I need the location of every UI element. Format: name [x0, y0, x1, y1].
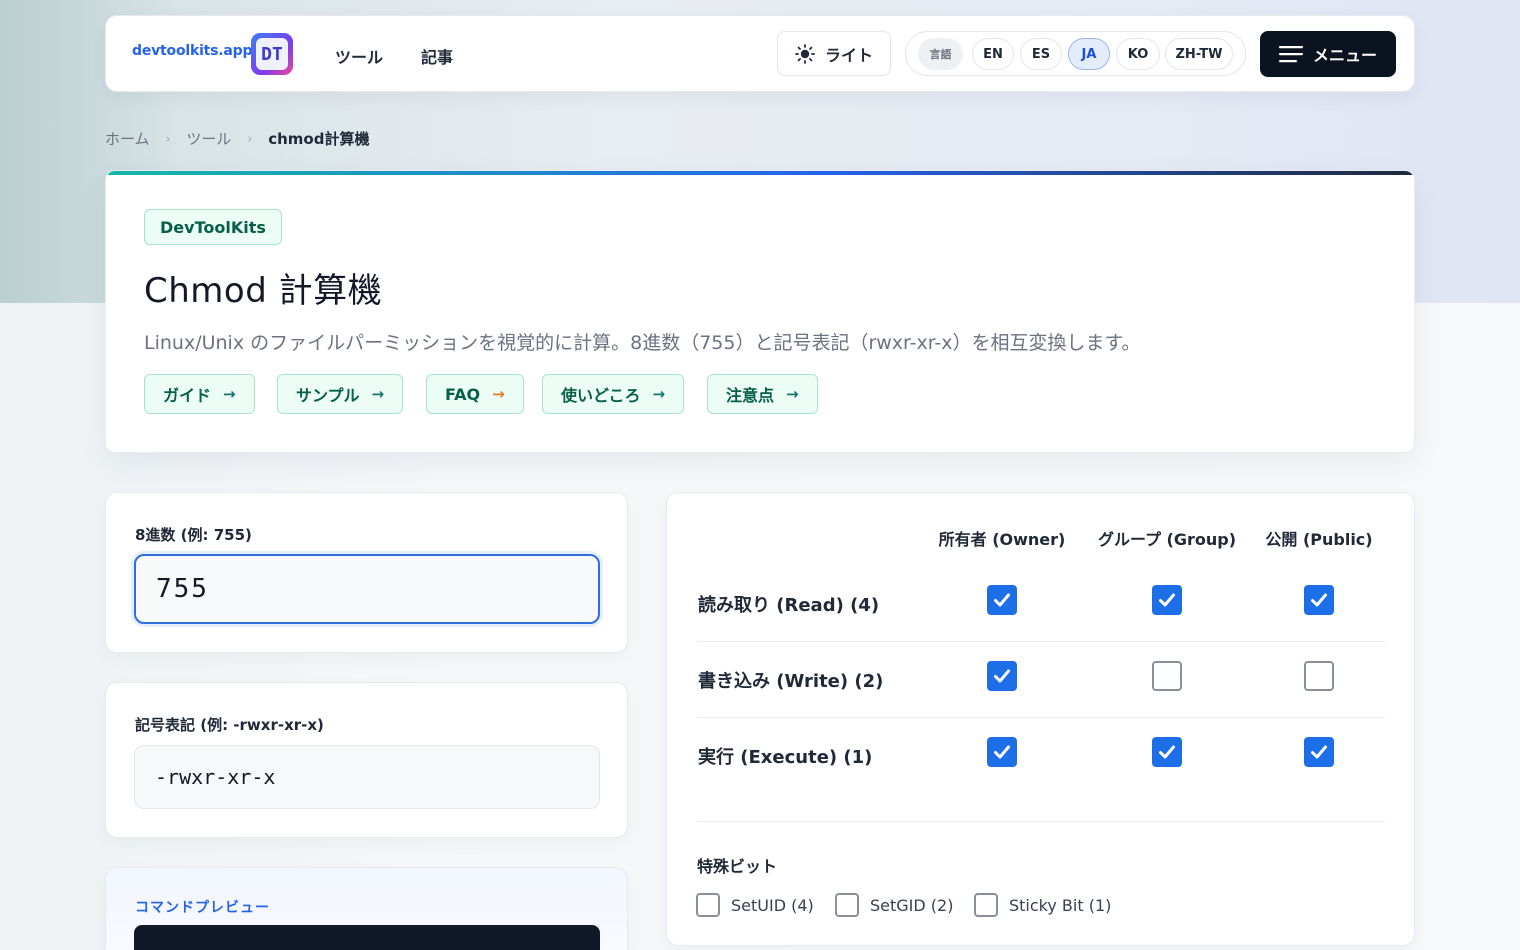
checkmark-icon: [994, 745, 1010, 759]
octal-card: 8進数 (例: 755): [105, 492, 628, 653]
arrow-right-icon: →: [652, 385, 666, 403]
page-title: Chmod 計算機: [144, 271, 383, 311]
chip-label: サンプル: [296, 386, 360, 405]
nav-articles-link[interactable]: 記事: [421, 44, 453, 68]
execute-public-checkbox[interactable]: [1304, 737, 1334, 767]
setuid-checkbox[interactable]: [696, 893, 720, 917]
arrow-right-icon: →: [223, 385, 236, 403]
read-public-checkbox[interactable]: [1304, 585, 1334, 615]
breadcrumb-separator: ›: [247, 131, 253, 146]
brand-name[interactable]: devtoolkits.app: [132, 43, 253, 59]
row-divider: [697, 717, 1385, 718]
permission-matrix-card: 所有者 (Owner) グループ (Group) 公開 (Public) 読み取…: [666, 492, 1415, 946]
command-preview-box: [134, 925, 600, 950]
checkmark-icon: [1311, 593, 1327, 607]
read-owner-checkbox[interactable]: [987, 585, 1017, 615]
sun-icon: [795, 43, 815, 64]
column-group: グループ (Group): [1097, 530, 1237, 549]
octal-input[interactable]: [134, 554, 600, 624]
logo-text: DT: [256, 38, 288, 70]
execute-group-checkbox[interactable]: [1152, 737, 1182, 767]
setgid-option[interactable]: SetGID (2): [835, 893, 953, 917]
site-tag: DevToolKits: [144, 209, 282, 245]
chip-label: 使いどころ: [561, 386, 641, 405]
checkmark-icon: [994, 669, 1010, 683]
setuid-label: SetUID (4): [731, 895, 814, 915]
lang-ko-button[interactable]: KO: [1116, 38, 1160, 70]
execute-owner-checkbox[interactable]: [987, 737, 1017, 767]
checkmark-icon: [1159, 745, 1175, 759]
lang-es-button[interactable]: ES: [1020, 38, 1062, 70]
setuid-option[interactable]: SetUID (4): [696, 893, 814, 917]
chip-label: 注意点: [726, 386, 775, 405]
breadcrumb: ホーム › ツール › chmod計算機: [105, 128, 369, 149]
special-bits-title: 特殊ビット: [697, 857, 778, 876]
language-switcher: 言語 EN ES JA KO ZH-TW: [905, 31, 1246, 76]
sticky-bit-label: Sticky Bit (1): [1009, 895, 1112, 915]
menu-label: メニュー: [1312, 46, 1377, 65]
breadcrumb-home[interactable]: ホーム: [105, 128, 150, 149]
symbolic-card: 記号表記 (例: -rwxr-xr-x): [105, 682, 628, 838]
chip-label: ガイド: [163, 386, 212, 405]
guide-link[interactable]: ガイド →: [144, 374, 255, 414]
lang-zhtw-button[interactable]: ZH-TW: [1165, 38, 1233, 70]
page-description: Linux/Unix のファイルパーミッションを視覚的に計算。8進数（755）と…: [144, 332, 1141, 354]
checkmark-icon: [1159, 593, 1175, 607]
hero-card: DevToolKits Chmod 計算機 Linux/Unix のファイルパー…: [105, 170, 1415, 453]
setgid-checkbox[interactable]: [835, 893, 859, 917]
column-public: 公開 (Public): [1265, 530, 1373, 549]
row-execute-label: 実行 (Execute) (1): [698, 747, 873, 768]
write-public-checkbox[interactable]: [1304, 661, 1334, 691]
lang-en-button[interactable]: EN: [972, 38, 1014, 70]
theme-label: ライト: [824, 45, 873, 65]
checkmark-icon: [1311, 745, 1327, 759]
sticky-bit-option[interactable]: Sticky Bit (1): [974, 893, 1111, 917]
hero-accent-bar: [106, 171, 1414, 175]
breadcrumb-tools[interactable]: ツール: [186, 128, 231, 149]
setgid-label: SetGID (2): [870, 895, 954, 915]
symbolic-label: 記号表記 (例: -rwxr-xr-x): [135, 716, 324, 734]
menu-button[interactable]: メニュー: [1260, 31, 1396, 77]
chip-label: FAQ: [445, 384, 481, 404]
row-divider: [697, 641, 1385, 642]
arrow-right-icon: →: [371, 385, 385, 403]
write-group-checkbox[interactable]: [1152, 661, 1182, 691]
arrow-right-icon: →: [492, 385, 505, 403]
checkmark-icon: [994, 593, 1010, 607]
column-owner: 所有者 (Owner): [938, 530, 1066, 549]
faq-link[interactable]: FAQ →: [426, 374, 524, 414]
row-divider: [697, 821, 1385, 822]
site-header: devtoolkits.app DT ツール 記事 ライト 言語 EN ES J…: [105, 15, 1415, 92]
read-group-checkbox[interactable]: [1152, 585, 1182, 615]
arrow-right-icon: →: [786, 385, 799, 403]
nav-tools-link[interactable]: ツール: [335, 44, 383, 68]
lang-ja-button[interactable]: JA: [1068, 38, 1110, 70]
symbolic-input[interactable]: [134, 745, 600, 809]
breadcrumb-separator: ›: [165, 131, 171, 146]
caveats-link[interactable]: 注意点 →: [707, 374, 818, 414]
theme-toggle-button[interactable]: ライト: [777, 31, 891, 76]
language-label: 言語: [918, 38, 963, 70]
hamburger-icon: [1278, 46, 1303, 63]
sample-link[interactable]: サンプル →: [277, 374, 404, 414]
logo-icon[interactable]: DT: [251, 33, 293, 75]
octal-label: 8進数 (例: 755): [135, 526, 252, 544]
command-preview-title: コマンドプレビュー: [135, 900, 270, 916]
command-preview-card: コマンドプレビュー: [105, 867, 628, 950]
sticky-bit-checkbox[interactable]: [974, 893, 998, 917]
row-write-label: 書き込み (Write) (2): [698, 671, 884, 692]
usecases-link[interactable]: 使いどころ →: [542, 374, 685, 414]
breadcrumb-current: chmod計算機: [268, 130, 370, 148]
write-owner-checkbox[interactable]: [987, 661, 1017, 691]
row-read-label: 読み取り (Read) (4): [698, 595, 880, 616]
